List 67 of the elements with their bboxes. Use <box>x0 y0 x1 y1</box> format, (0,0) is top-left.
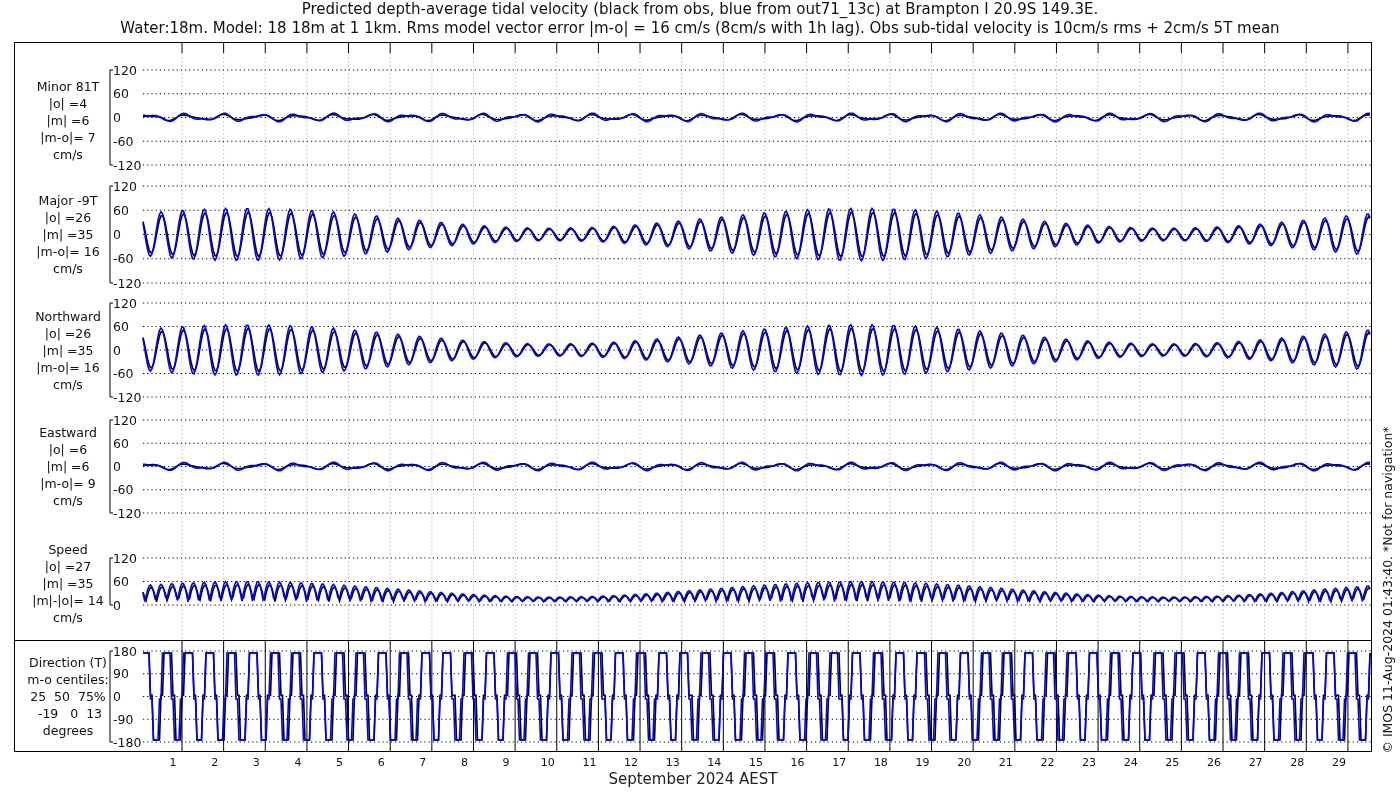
day-label: 24 <box>1123 756 1138 769</box>
y-tick-label: -180 <box>113 734 142 750</box>
day-label: 11 <box>582 756 597 769</box>
day-label: 13 <box>665 756 680 769</box>
y-tick-label: 60 <box>113 574 129 589</box>
y-tick-label: 0 <box>113 227 121 242</box>
y-tick-label: 0 <box>113 689 121 704</box>
day-label: 20 <box>957 756 972 769</box>
day-label: 4 <box>294 756 302 769</box>
day-label: 5 <box>336 756 344 769</box>
y-tick-label: 120 <box>113 412 137 428</box>
day-label: 18 <box>873 756 888 769</box>
y-tick-label: 0 <box>113 597 121 613</box>
day-label: 23 <box>1082 756 1097 769</box>
day-label: 10 <box>540 756 555 769</box>
day-label: 27 <box>1248 756 1263 769</box>
day-label: 25 <box>1165 756 1180 769</box>
day-label: 22 <box>1040 756 1055 769</box>
panel-label: Direction (T) m-o centiles: 25 50 75% -19 0 13 degrees <box>27 655 109 738</box>
y-tick-label: -120 <box>113 275 142 291</box>
y-tick-label: -120 <box>113 389 142 405</box>
day-label: 6 <box>377 756 385 769</box>
day-label: 21 <box>998 756 1013 769</box>
panel-label: Minor 81T |o| =4 |m| =6 |m-o|= 7 cm/s <box>36 79 100 162</box>
y-tick-label: 60 <box>113 435 129 451</box>
y-tick-label: -120 <box>113 505 142 521</box>
figure-title: Predicted depth-average tidal velocity (black from obs, blue from out71_13c) at Brampton I 20.9S 149.3E. <box>301 0 1099 18</box>
day-label: 8 <box>461 756 468 769</box>
day-label: 14 <box>707 756 722 769</box>
panel-label: Major -9T |o| =26 |m| =35 |m-o|= 16 cm/s <box>36 193 100 276</box>
y-tick-label: -60 <box>113 251 134 267</box>
panel-label: Northward |o| =26 |m| =35 |m-o|= 16 cm/s <box>35 309 101 392</box>
day-label: 9 <box>502 756 510 769</box>
y-tick-label: 120 <box>113 295 137 311</box>
day-label: 26 <box>1207 756 1221 769</box>
y-tick-label: 60 <box>113 202 129 218</box>
x-axis-label: September 2024 AEST <box>608 770 778 788</box>
day-label: 17 <box>832 756 847 769</box>
y-tick-label: 120 <box>113 62 137 78</box>
y-tick-label: 0 <box>113 342 121 358</box>
day-label: 15 <box>748 756 763 769</box>
credit-text: © IMOS 11-Aug-2024 01:43:40. *Not for navigation* <box>1380 426 1395 754</box>
day-label: 1 <box>169 756 177 769</box>
day-label: 29 <box>1331 756 1346 769</box>
y-tick-label: 0 <box>113 459 121 474</box>
y-tick-label: 180 <box>113 643 137 659</box>
day-label: 19 <box>915 756 930 769</box>
y-tick-label: 90 <box>113 666 129 682</box>
day-label: 16 <box>790 756 805 769</box>
day-label: 2 <box>211 756 219 769</box>
y-tick-label: -60 <box>113 482 134 498</box>
y-tick-label: -120 <box>113 157 142 173</box>
panel-label: Eastward |o| =6 |m| =6 |m-o|= 9 cm/s <box>39 425 97 508</box>
y-tick-label: 0 <box>113 110 121 125</box>
figure-title: Water:18m. Model: 18 18m at 1 1km. Rms model vector error |m-o| = 16 cm/s (8cm/s with 1h lag). Obs sub-tidal velocity is 10cm/s rms + 2cm/s 5T mean <box>120 19 1280 37</box>
y-tick-label: 60 <box>113 319 129 334</box>
y-tick-label: -60 <box>113 366 134 381</box>
day-label: 12 <box>624 756 639 769</box>
y-tick-label: 120 <box>113 550 137 566</box>
panel-label: Speed |o| =27 |m| =35 |m|-|o|= 14 cm/s <box>32 542 104 625</box>
day-label: 7 <box>419 756 427 769</box>
y-tick-label: 120 <box>113 178 137 194</box>
day-label: 28 <box>1290 756 1305 769</box>
y-tick-label: -60 <box>113 133 134 149</box>
y-tick-label: 60 <box>113 86 129 102</box>
y-tick-label: -90 <box>113 711 134 727</box>
day-label: 3 <box>252 756 260 769</box>
